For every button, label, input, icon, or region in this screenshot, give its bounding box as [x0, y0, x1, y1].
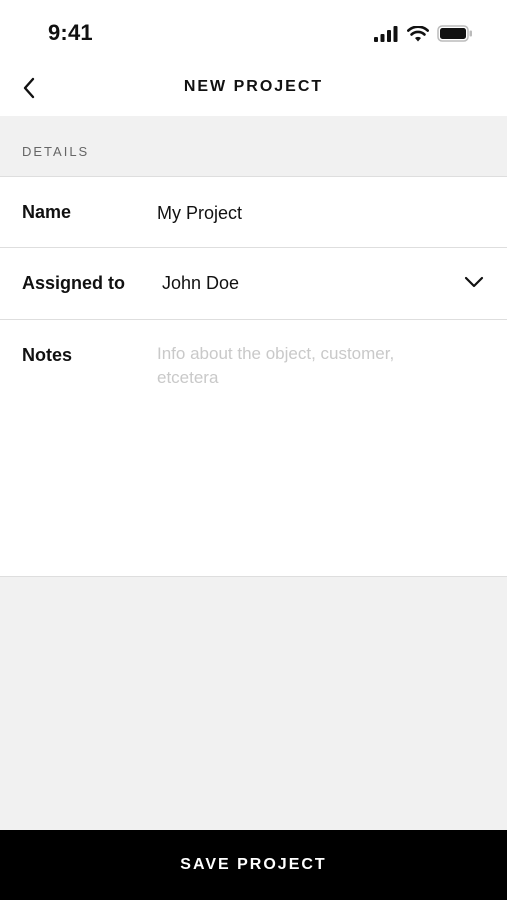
cellular-signal-icon: [374, 25, 399, 47]
project-form: Name Assigned to John Doe Notes: [0, 177, 507, 577]
section-title: DETAILS: [22, 144, 90, 159]
assigned-to-row: Assigned to John Doe: [0, 248, 507, 320]
status-bar: 9:41: [0, 0, 507, 62]
save-project-button[interactable]: SAVE PROJECT: [0, 830, 507, 900]
save-project-label: SAVE PROJECT: [180, 856, 327, 873]
notes-label: Notes: [22, 345, 73, 365]
page-title: NEW PROJECT: [183, 78, 324, 95]
name-input[interactable]: [157, 198, 477, 228]
notes-textarea[interactable]: [157, 342, 457, 552]
navigation-bar: NEW PROJECT: [0, 62, 507, 116]
name-label: Name: [22, 202, 72, 222]
chevron-down-icon: [464, 275, 484, 293]
assigned-to-label: Assigned to: [22, 273, 126, 293]
new-project-screen: 9:41 NEW PROJECT DETAILS Name My Project…: [0, 0, 507, 900]
battery-icon: [437, 25, 473, 47]
assigned-to-select[interactable]: John Doe: [160, 266, 490, 302]
notes-row: Notes: [0, 320, 507, 577]
assigned-to-value: John Doe: [162, 273, 240, 293]
details-section-header: DETAILS: [0, 116, 507, 177]
name-row: Name: [0, 177, 507, 248]
status-icons: [374, 24, 473, 47]
status-time: 9:41: [48, 20, 93, 45]
wifi-icon: [407, 24, 429, 47]
